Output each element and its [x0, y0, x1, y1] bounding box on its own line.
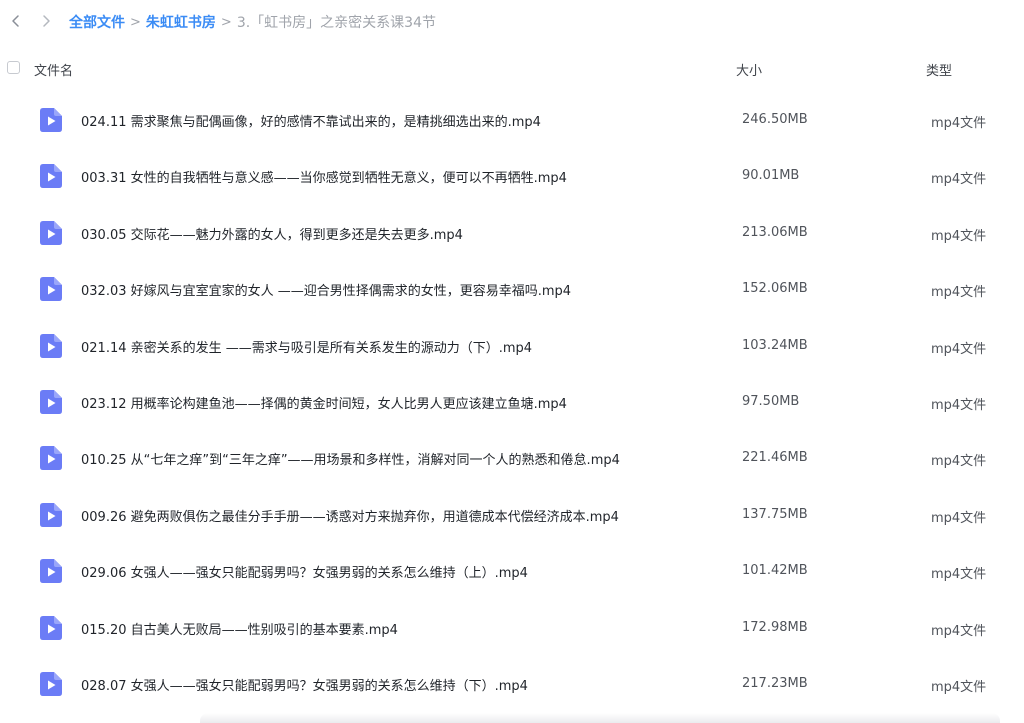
video-file-icon [40, 615, 62, 640]
file-size: 137.75MB [742, 506, 808, 522]
file-type: mp4文件 [931, 116, 987, 131]
chevron-right-icon [43, 15, 50, 27]
file-row[interactable]: 024.11 需求聚焦与配偶画像，好的感情不靠试出来的，是精挑细选出来的.mp4… [0, 92, 1024, 148]
file-size: 97.50MB [742, 393, 800, 409]
breadcrumb-root[interactable]: 全部文件 [69, 12, 125, 32]
file-name[interactable]: 024.11 需求聚焦与配偶画像，好的感情不靠试出来的，是精挑细选出来的.mp4 [81, 111, 541, 130]
back-button[interactable] [5, 10, 27, 32]
video-file-icon [40, 389, 62, 414]
file-name[interactable]: 003.31 女性的自我牺牲与意义感——当你感觉到牺牲无意义，便可以不再牺牲.m… [81, 167, 567, 186]
video-file-icon [40, 671, 62, 696]
file-name[interactable]: 010.25 从“七年之痒”到“三年之痒”——用场景和多样性，消解对同一个人的熟… [81, 449, 620, 468]
file-size: 213.06MB [742, 224, 808, 240]
video-file-icon [40, 559, 62, 584]
column-header-type[interactable]: 类型 [926, 60, 952, 79]
file-row[interactable]: 015.20 自古美人无败局——性别吸引的基本要素.mp4 172.98MB mp4… [0, 600, 1024, 656]
video-file-icon [40, 502, 62, 527]
file-name[interactable]: 028.07 女强人——强女只能配弱男吗？女强男弱的关系怎么维持（下）.mp4 [81, 675, 528, 694]
file-size: 152.06MB [742, 281, 808, 297]
breadcrumb-parent[interactable]: 朱虹虹书房 [146, 12, 216, 32]
file-type: mp4文件 [931, 567, 987, 583]
file-name[interactable]: 023.12 用概率论构建鱼池——择偶的黄金时间短，女人比男人更应该建立鱼塘.m… [81, 393, 567, 412]
column-header-size[interactable]: 大小 [736, 60, 762, 79]
file-row[interactable]: 029.06 女强人——强女只能配弱男吗？女强男弱的关系怎么维持（上）.mp4 1… [0, 543, 1024, 599]
video-file-icon [40, 446, 62, 471]
top-bar: 全部文件 > 朱虹虹书房 > 3.「虹书房」之亲密关系课34节 [0, 0, 1024, 42]
file-name[interactable]: 030.05 交际花——魅力外露的女人，得到更多还是失去更多.mp4 [81, 224, 463, 243]
video-file-icon [40, 164, 62, 189]
breadcrumb: 全部文件 > 朱虹虹书房 > 3.「虹书房」之亲密关系课34节 [69, 12, 436, 32]
file-name[interactable]: 015.20 自古美人无败局——性别吸引的基本要素.mp4 [81, 619, 398, 638]
file-size: 246.50MB [742, 112, 808, 127]
file-type: mp4文件 [931, 341, 987, 357]
column-header-name[interactable]: 文件名 [34, 60, 73, 79]
select-all-checkbox[interactable] [7, 61, 20, 74]
file-size: 221.46MB [742, 450, 808, 466]
file-list: 024.11 需求聚焦与配偶画像，好的感情不靠试出来的，是精挑细选出来的.mp4… [0, 92, 1024, 712]
file-type: mp4文件 [931, 228, 987, 244]
file-type: mp4文件 [931, 623, 987, 639]
video-file-icon [40, 108, 62, 132]
file-name[interactable]: 029.06 女强人——强女只能配弱男吗？女强男弱的关系怎么维持（上）.mp4 [81, 562, 528, 581]
file-size: 90.01MB [742, 168, 800, 184]
video-file-icon [40, 333, 62, 358]
file-type: mp4文件 [931, 172, 987, 188]
file-row[interactable]: 030.05 交际花——魅力外露的女人，得到更多还是失去更多.mp4 213.06… [0, 205, 1024, 261]
file-type: mp4文件 [931, 285, 987, 301]
video-file-icon [40, 220, 62, 245]
video-file-icon [40, 277, 62, 302]
breadcrumb-separator: > [220, 14, 232, 30]
chevron-left-icon [12, 15, 19, 27]
file-name[interactable]: 032.03 好嫁风与宜室宜家的女人 ——迎合男性择偶需求的女性，更容易幸福吗.… [81, 280, 571, 299]
breadcrumb-separator: > [130, 14, 141, 30]
file-row[interactable]: 010.25 从“七年之痒”到“三年之痒”——用场景和多样性，消解对同一个人的熟… [0, 430, 1024, 486]
file-name[interactable]: 009.26 避免两败俱伤之最佳分手手册——诱惑对方来抛弃你，用道德成本代偿经济… [81, 506, 619, 525]
file-list-header: 文件名 大小 类型 [0, 54, 1024, 82]
bottom-scroll-shadow [200, 713, 1000, 723]
file-size: 101.42MB [742, 563, 808, 579]
file-row[interactable]: 023.12 用概率论构建鱼池——择偶的黄金时间短，女人比男人更应该建立鱼塘.m… [0, 374, 1024, 430]
file-type: mp4文件 [931, 510, 987, 526]
file-size: 172.98MB [742, 619, 808, 635]
file-row[interactable]: 032.03 好嫁风与宜室宜家的女人 ——迎合男性择偶需求的女性，更容易幸福吗.… [0, 261, 1024, 317]
file-row[interactable]: 028.07 女强人——强女只能配弱男吗？女强男弱的关系怎么维持（下）.mp4 2… [0, 656, 1024, 712]
file-type: mp4文件 [931, 454, 987, 470]
file-size: 103.24MB [742, 337, 808, 353]
file-name[interactable]: 021.14 亲密关系的发生 ——需求与吸引是所有关系发生的源动力（下）.mp4 [81, 337, 532, 356]
file-row[interactable]: 021.14 亲密关系的发生 ——需求与吸引是所有关系发生的源动力（下）.mp4… [0, 318, 1024, 374]
breadcrumb-current: 3.「虹书房」之亲密关系课34节 [236, 15, 436, 31]
file-row[interactable]: 003.31 女性的自我牺牲与意义感——当你感觉到牺牲无意义，便可以不再牺牲.m… [0, 148, 1024, 204]
file-type: mp4文件 [931, 679, 987, 695]
file-row[interactable]: 009.26 避免两败俱伤之最佳分手手册——诱惑对方来抛弃你，用道德成本代偿经济… [0, 487, 1024, 543]
forward-button[interactable] [35, 10, 57, 32]
file-type: mp4文件 [931, 397, 987, 413]
file-size: 217.23MB [742, 675, 808, 691]
